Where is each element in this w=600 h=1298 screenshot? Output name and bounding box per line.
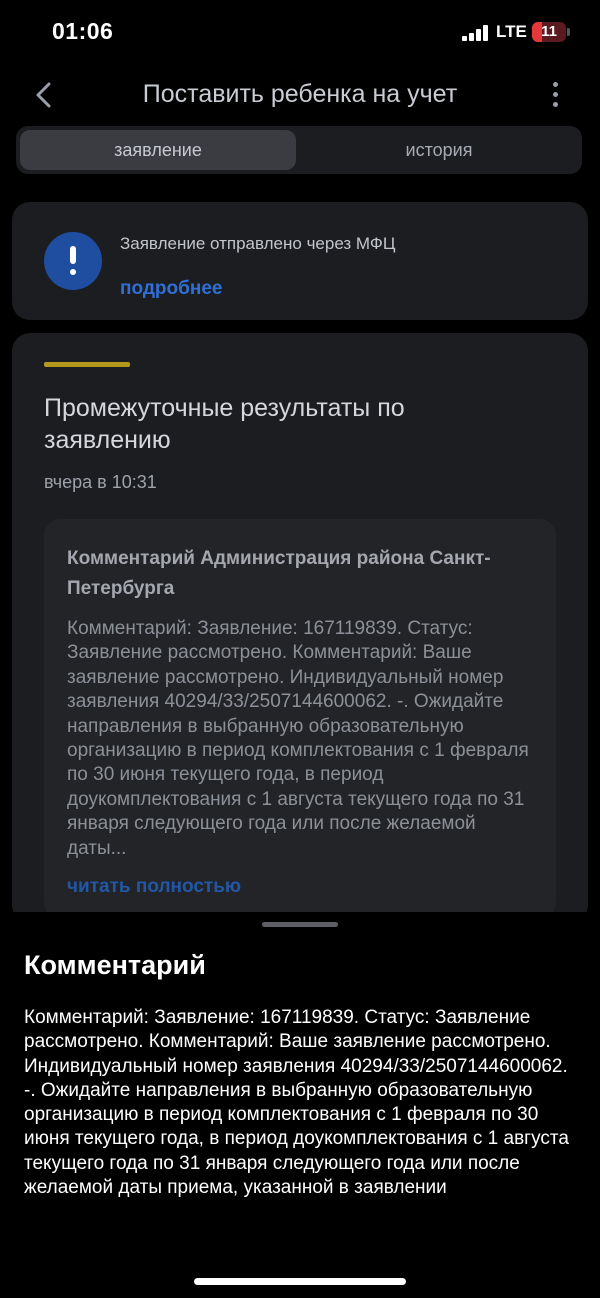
network-type: LTE xyxy=(496,22,527,41)
sheet-title: Комментарий xyxy=(24,950,206,980)
comment-text: Комментарий: Заявление: 167119839. Стату… xyxy=(67,618,529,859)
more-button[interactable] xyxy=(548,82,562,110)
exclamation-icon xyxy=(44,232,102,290)
page-title: Поставить ребенка на учет xyxy=(142,80,458,108)
details-link[interactable]: подробнее xyxy=(120,278,222,300)
sheet-text: Комментарий: Заявление: 167119839. Стату… xyxy=(24,1007,569,1199)
result-date: вчера в 10:31 xyxy=(44,472,157,492)
sheet-grabber[interactable] xyxy=(262,922,338,927)
comment-title: Комментарий Администрация района Санкт-П… xyxy=(67,548,491,599)
more-vertical-icon xyxy=(548,82,562,107)
battery-icon: 11 xyxy=(532,22,566,42)
battery-level: 11 xyxy=(541,23,557,40)
tab-bar: заявление история xyxy=(16,126,582,174)
result-title: Промежуточные результаты по заявлению xyxy=(44,394,405,454)
battery-tip xyxy=(567,28,570,36)
home-indicator[interactable] xyxy=(194,1278,406,1285)
notice-text: Заявление отправлено через МФЦ xyxy=(120,234,396,253)
tab-application[interactable]: заявление xyxy=(20,130,296,170)
tab-history[interactable]: история xyxy=(300,130,578,170)
status-time: 01:06 xyxy=(52,18,114,44)
accent-bar xyxy=(44,362,130,367)
read-more-link[interactable]: читать полностью xyxy=(67,876,241,898)
signal-icon xyxy=(462,25,492,41)
